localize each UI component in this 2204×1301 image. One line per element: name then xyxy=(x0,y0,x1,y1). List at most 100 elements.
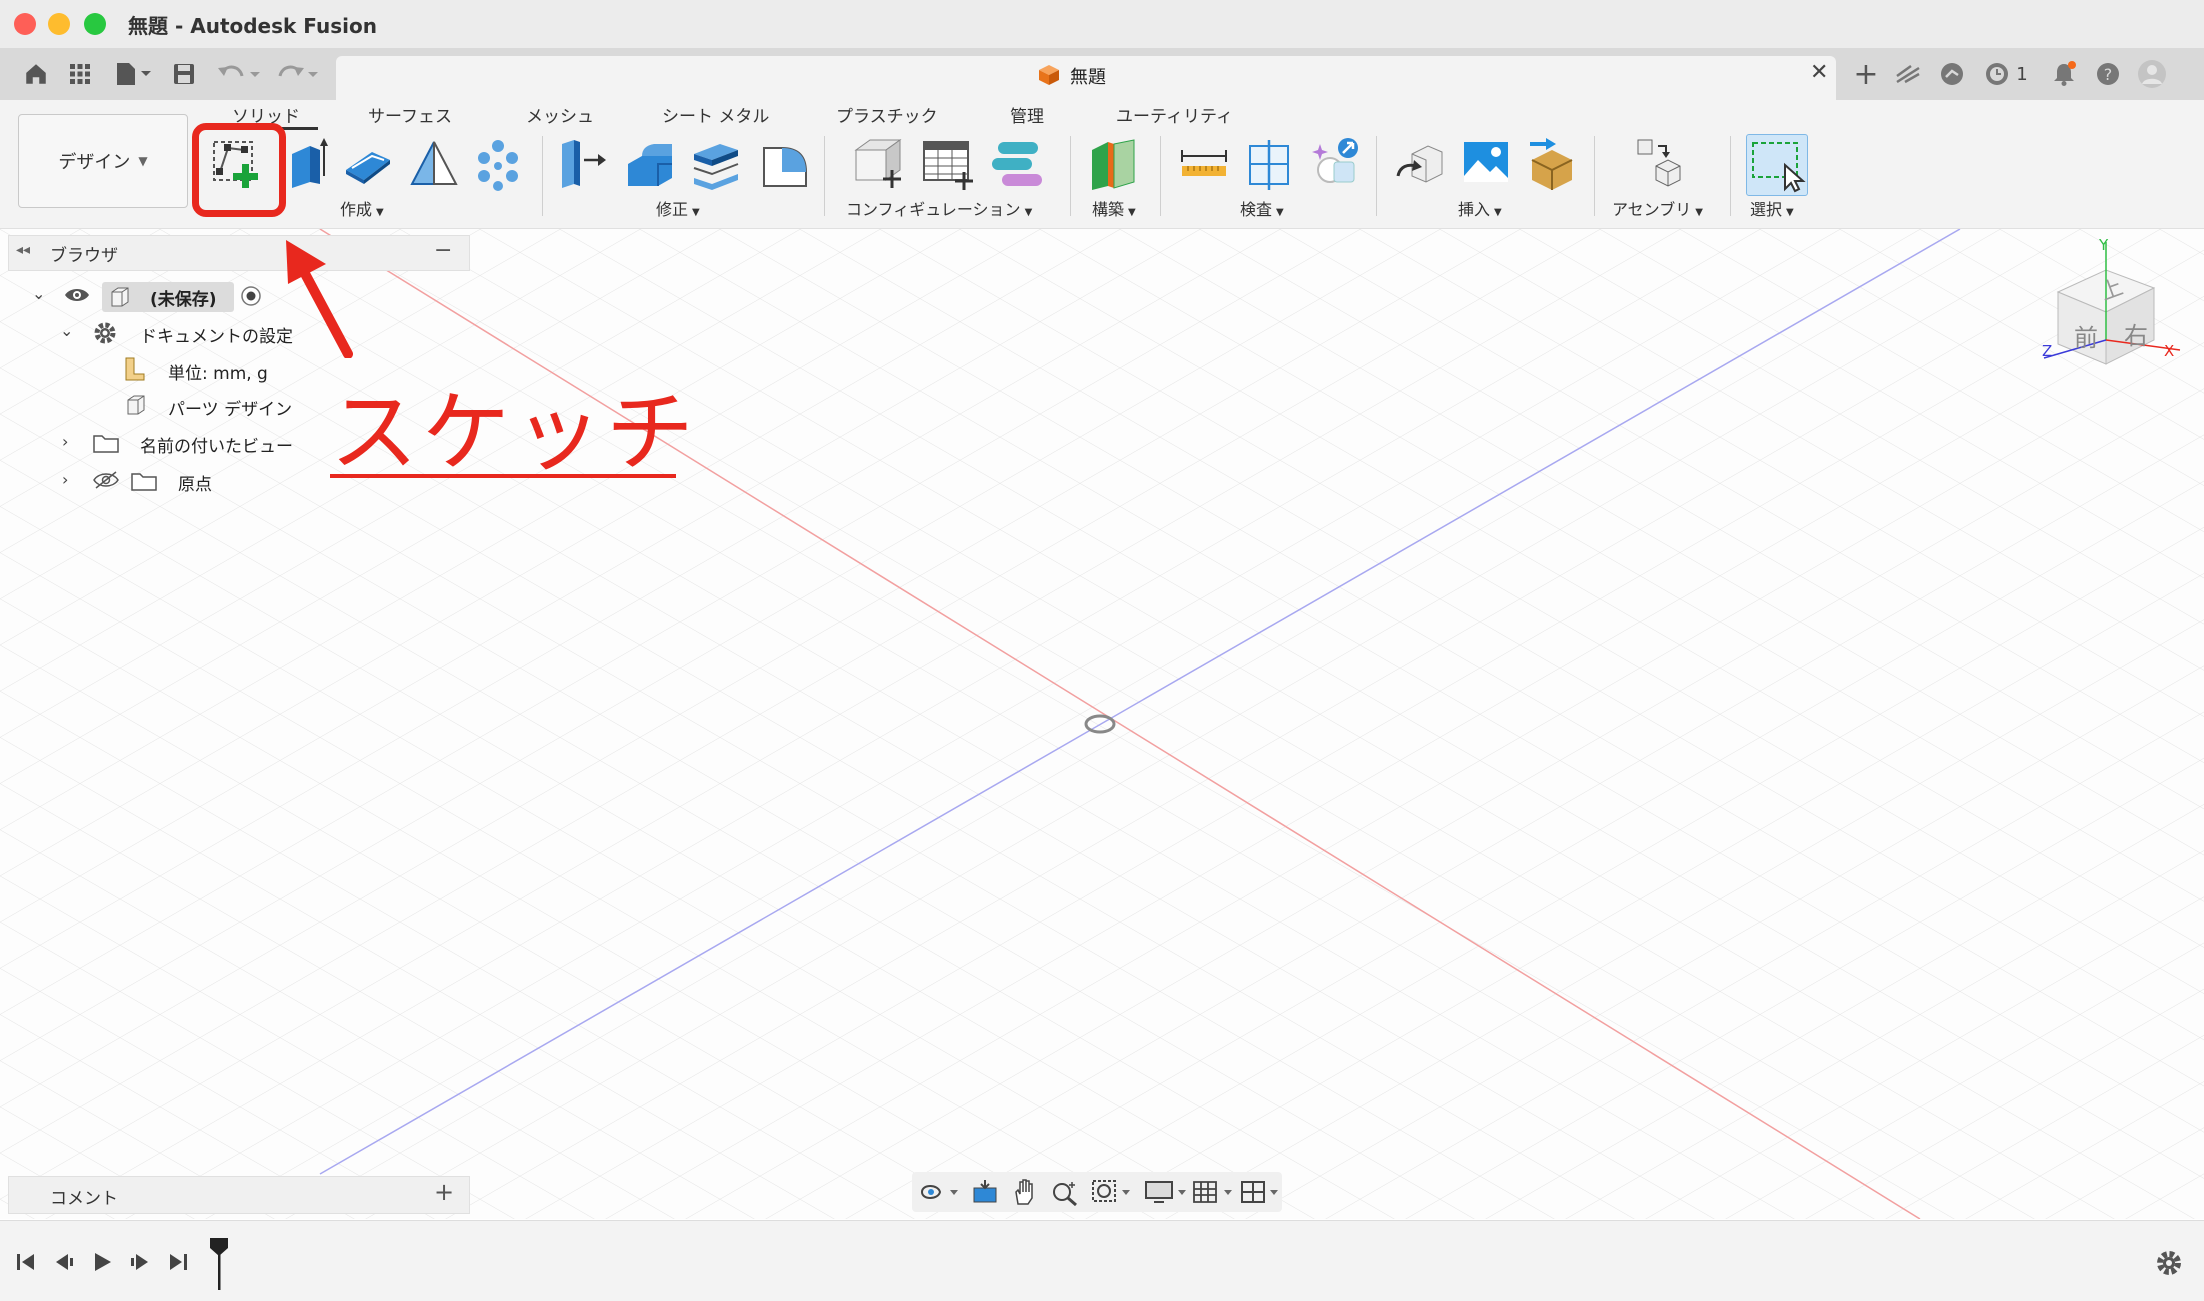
select-group-label[interactable]: 選択 ▼ xyxy=(1750,196,1794,220)
workspace-switcher-button[interactable]: デザイン ▼ xyxy=(18,114,188,208)
display-settings-icon[interactable] xyxy=(1142,1178,1190,1210)
user-avatar-icon[interactable] xyxy=(2136,58,2168,90)
go-to-end-icon[interactable] xyxy=(166,1250,190,1278)
expand-chevron-right-icon[interactable]: › xyxy=(62,432,68,451)
assemble-group-label[interactable]: アセンブリ ▼ xyxy=(1612,196,1703,220)
file-menu-icon[interactable] xyxy=(110,58,156,90)
undo-icon[interactable] xyxy=(214,58,264,90)
interference-icon[interactable] xyxy=(1310,136,1362,192)
design-type-label[interactable]: パーツ デザイン xyxy=(168,395,292,420)
configure-table-icon[interactable] xyxy=(920,136,973,192)
pan-hand-icon[interactable] xyxy=(1010,1178,1040,1210)
grid-settings-icon[interactable] xyxy=(1190,1178,1238,1210)
zoom-icon[interactable] xyxy=(1050,1178,1080,1210)
timeline-settings-gear-icon[interactable] xyxy=(2154,1248,2184,1282)
job-status-icon[interactable]: 1 xyxy=(1978,58,2034,90)
draft-icon[interactable] xyxy=(758,136,810,192)
chevron-down-icon: ▼ xyxy=(1128,207,1136,218)
document-settings-label[interactable]: ドキュメントの設定 xyxy=(140,322,293,347)
look-at-icon[interactable] xyxy=(970,1178,1000,1210)
notifications-bell-icon[interactable] xyxy=(2048,58,2080,90)
viewcube-front-label[interactable]: 前 xyxy=(2074,318,2098,353)
tab-sheet-metal[interactable]: シート メタル xyxy=(662,102,769,127)
fillet-icon[interactable] xyxy=(624,136,676,192)
units-label[interactable]: 単位: mm, g xyxy=(168,359,268,384)
insert-group-label[interactable]: 挿入 ▼ xyxy=(1458,196,1502,220)
play-icon[interactable] xyxy=(90,1250,114,1278)
browser-title: ブラウザ xyxy=(50,246,118,266)
zoom-window-button[interactable] xyxy=(84,13,106,35)
assemble-label-text: アセンブリ xyxy=(1612,200,1692,219)
shell-icon[interactable] xyxy=(690,136,742,192)
pattern-icon[interactable] xyxy=(472,136,524,192)
fit-zoom-window-icon[interactable] xyxy=(1090,1178,1134,1210)
collapse-panel-icon[interactable]: ◂◂ xyxy=(16,242,30,258)
select-tool-button[interactable] xyxy=(1746,134,1808,196)
create-label-text: 作成 xyxy=(340,200,373,219)
online-status-icon[interactable] xyxy=(1936,58,1968,90)
data-panel-grid-icon[interactable] xyxy=(64,58,96,90)
save-icon[interactable] xyxy=(168,58,200,90)
press-pull-icon[interactable] xyxy=(556,136,608,192)
viewports-icon[interactable] xyxy=(1238,1178,1282,1210)
insert-derive-icon[interactable] xyxy=(1394,136,1446,192)
expand-chevron-down-icon[interactable]: ⌄ xyxy=(60,321,73,340)
tab-plastic[interactable]: プラスチック xyxy=(836,102,938,127)
insert-canvas-image-icon[interactable] xyxy=(1460,136,1512,192)
select-box-icon xyxy=(1752,142,1806,193)
step-forward-icon[interactable] xyxy=(128,1250,152,1278)
step-back-icon[interactable] xyxy=(52,1250,76,1278)
orbit-icon[interactable] xyxy=(918,1178,958,1210)
annotation-underline xyxy=(330,474,676,478)
modify-label-text: 修正 xyxy=(656,200,689,219)
units-ruler-icon xyxy=(122,356,146,386)
close-tab-icon[interactable]: ✕ xyxy=(1810,60,1828,85)
add-comment-plus-icon[interactable]: + xyxy=(434,1178,454,1206)
activate-radio-icon[interactable] xyxy=(240,285,262,311)
assemble-new-component-icon[interactable] xyxy=(1634,136,1686,192)
modify-group-label[interactable]: 修正 ▼ xyxy=(656,196,700,220)
visibility-eye-icon[interactable] xyxy=(64,286,90,308)
viewcube[interactable] xyxy=(2030,240,2200,380)
extrude-icon[interactable] xyxy=(290,136,342,192)
hidden-eye-icon[interactable] xyxy=(92,470,120,494)
expand-chevron-down-icon[interactable]: ⌄ xyxy=(32,284,45,303)
loft-icon[interactable] xyxy=(408,136,460,192)
inspect-group-label[interactable]: 検査 ▼ xyxy=(1240,196,1284,220)
revolve-icon[interactable] xyxy=(342,136,394,192)
axis-x-label: X xyxy=(2164,342,2175,360)
tab-manage[interactable]: 管理 xyxy=(1010,102,1044,127)
measure-icon[interactable] xyxy=(1178,136,1230,192)
named-views-label[interactable]: 名前の付いたビュー xyxy=(140,432,293,457)
tab-surface[interactable]: サーフェス xyxy=(368,102,452,127)
configure-label-text: コンフィギュレーション xyxy=(846,200,1021,219)
go-to-start-icon[interactable] xyxy=(14,1250,38,1278)
folder-icon xyxy=(130,470,158,496)
minimize-window-button[interactable] xyxy=(48,13,70,35)
tab-mesh[interactable]: メッシュ xyxy=(526,102,594,127)
construct-group-label[interactable]: 構築 ▼ xyxy=(1092,196,1136,220)
close-window-button[interactable] xyxy=(14,13,36,35)
job-count: 1 xyxy=(2016,63,2028,85)
construct-plane-icon[interactable] xyxy=(1088,136,1140,192)
section-analysis-icon[interactable] xyxy=(1244,136,1296,192)
extensions-icon[interactable] xyxy=(1892,58,1924,90)
help-icon[interactable]: ? xyxy=(2092,58,2124,90)
tab-utilities[interactable]: ユーティリティ xyxy=(1116,102,1233,127)
expand-chevron-right-icon[interactable]: › xyxy=(62,470,68,489)
chevron-down-icon: ▼ xyxy=(1276,207,1284,218)
viewcube-right-label[interactable]: 右 xyxy=(2124,316,2148,351)
configure-rules-icon[interactable] xyxy=(988,136,1042,192)
create-group-label[interactable]: 作成 ▼ xyxy=(340,196,384,220)
timeline-bar xyxy=(0,1220,2204,1301)
insert-mcmaster-icon[interactable] xyxy=(1526,136,1578,192)
origin-label[interactable]: 原点 xyxy=(178,470,212,495)
new-tab-plus-icon[interactable]: + xyxy=(1850,57,1882,92)
minimize-browser-icon[interactable]: − xyxy=(434,238,452,263)
configure-parameter-icon[interactable] xyxy=(852,136,904,192)
annotation-label: スケッチ xyxy=(330,381,699,484)
timeline-marker-handle[interactable] xyxy=(208,1236,230,1296)
redo-icon[interactable] xyxy=(272,58,322,90)
home-icon[interactable] xyxy=(20,58,52,90)
configure-group-label[interactable]: コンフィギュレーション ▼ xyxy=(846,196,1032,220)
